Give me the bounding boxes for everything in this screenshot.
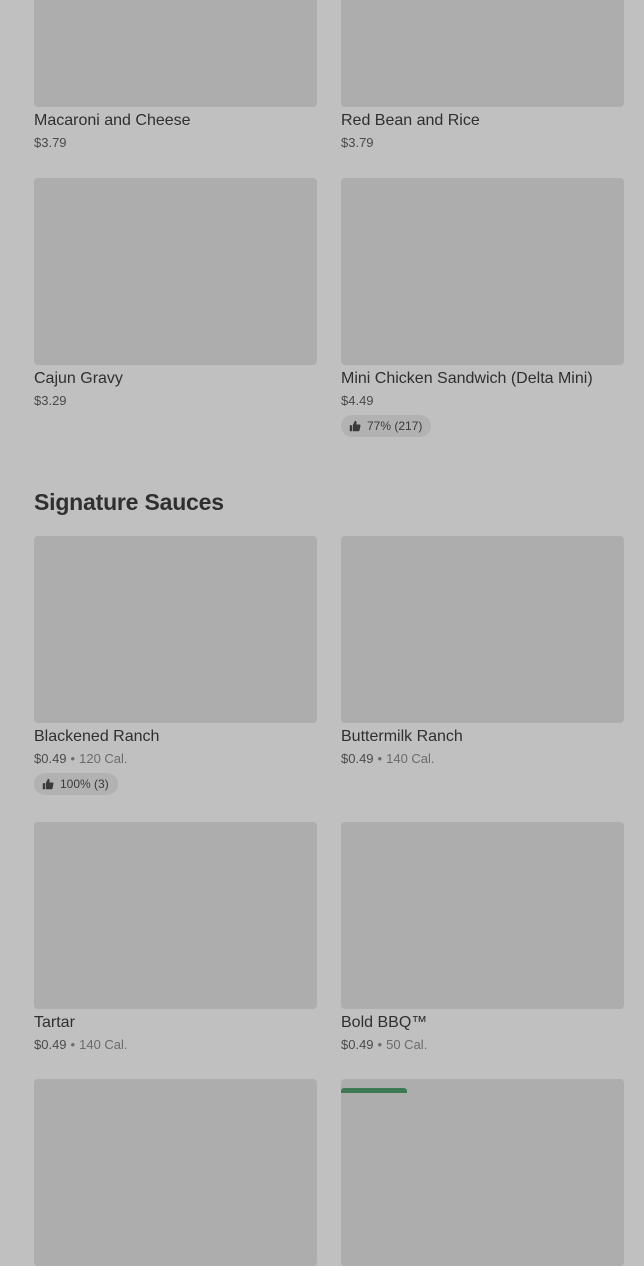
calories: 120 Cal. [79, 751, 128, 766]
item-name: Mini Chicken Sandwich (Delta Mini) [341, 370, 593, 387]
price: $0.49 [341, 1037, 374, 1052]
price: $3.29 [34, 393, 67, 408]
item-image[interactable] [34, 0, 317, 107]
item-image[interactable] [34, 1079, 317, 1266]
item-name: Macaroni and Cheese [34, 112, 191, 129]
rating-text: 100% (3) [60, 777, 109, 791]
menu-item-card[interactable]: Tartar $0.49 • 140 Cal. [34, 822, 317, 1054]
item-image[interactable] [341, 536, 624, 723]
menu-item-card[interactable]: Red Bean and Rice $3.79 [341, 0, 624, 152]
item-name: Cajun Gravy [34, 370, 123, 387]
menu-item-card[interactable]: Mini Chicken Sandwich (Delta Mini) $4.49… [341, 178, 624, 437]
item-price: $3.29 [34, 392, 317, 410]
item-price: $4.49 [341, 392, 624, 410]
price: $0.49 [341, 751, 374, 766]
item-image[interactable] [341, 1079, 624, 1266]
item-price: $3.79 [341, 134, 624, 152]
thumbs-up-icon [349, 420, 361, 432]
item-image[interactable] [34, 822, 317, 1009]
item-name: Red Bean and Rice [341, 112, 480, 129]
item-name: Buttermilk Ranch [341, 728, 463, 745]
separator-dot: • [70, 1037, 76, 1052]
menu-item-card[interactable]: Bold BBQ™ $0.49 • 50 Cal. [341, 822, 624, 1054]
item-image[interactable] [34, 178, 317, 365]
menu-page: Macaroni and Cheese $3.79 Red Bean and R… [0, 0, 644, 1266]
price: $0.49 [34, 751, 67, 766]
menu-item-card[interactable]: Macaroni and Cheese $3.79 [34, 0, 317, 152]
menu-item-card[interactable]: Blackened Ranch $0.49 • 120 Cal. 100% (3) [34, 536, 317, 795]
rating-badge: 100% (3) [34, 773, 118, 795]
item-meta: $0.49 • 140 Cal. [34, 1036, 317, 1054]
separator-dot: • [377, 1037, 383, 1052]
item-image[interactable] [34, 536, 317, 723]
section-title: Signature Sauces [34, 489, 224, 515]
item-price: $3.79 [34, 134, 317, 152]
item-name: Blackened Ranch [34, 728, 160, 745]
item-image[interactable] [341, 0, 624, 107]
price: $3.79 [34, 135, 67, 150]
menu-item-card[interactable] [341, 1079, 624, 1266]
calories: 50 Cal. [386, 1037, 428, 1052]
item-meta: $0.49 • 140 Cal. [341, 750, 624, 768]
separator-dot: • [377, 751, 383, 766]
calories: 140 Cal. [386, 751, 435, 766]
item-image[interactable] [341, 178, 624, 365]
price: $0.49 [34, 1037, 67, 1052]
menu-item-card[interactable]: Buttermilk Ranch $0.49 • 140 Cal. [341, 536, 624, 768]
item-name: Tartar [34, 1014, 75, 1031]
item-meta: $0.49 • 120 Cal. [34, 750, 317, 768]
separator-dot: • [70, 751, 76, 766]
price: $4.49 [341, 393, 374, 408]
menu-item-card[interactable]: Cajun Gravy $3.29 [34, 178, 317, 410]
rating-badge: 77% (217) [341, 415, 432, 437]
price: $3.79 [341, 135, 374, 150]
menu-item-card[interactable] [34, 1079, 317, 1266]
thumbs-up-icon [42, 778, 54, 790]
item-name: Bold BBQ™ [341, 1014, 428, 1031]
rating-text: 77% (217) [367, 419, 423, 433]
item-meta: $0.49 • 50 Cal. [341, 1036, 624, 1054]
item-image[interactable] [341, 822, 624, 1009]
promo-badge [341, 1088, 407, 1093]
calories: 140 Cal. [79, 1037, 128, 1052]
